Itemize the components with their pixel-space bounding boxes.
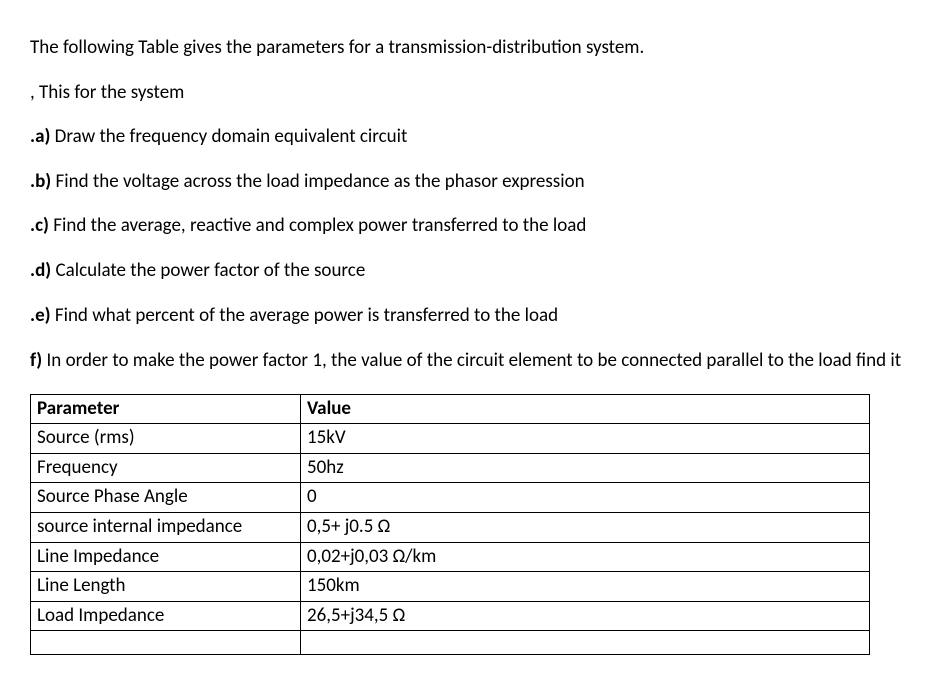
question-a-label: .a) — [30, 125, 50, 148]
question-b: .b) Find the voltage across the load imp… — [30, 169, 906, 196]
question-e-label: .e) — [30, 304, 51, 327]
table-cell-value: 0,5+ j0.5 Ω — [301, 513, 870, 543]
question-d-label: .d) — [30, 259, 51, 282]
table-cell-empty — [31, 631, 301, 655]
question-e: .e) Find what percent of the average pow… — [30, 303, 906, 330]
question-f-text: In order to make the power factor 1, the… — [42, 349, 901, 372]
table-cell-param: Line Length — [31, 572, 301, 602]
question-f: f) In order to make the power factor 1, … — [30, 347, 906, 376]
question-d-text: Calculate the power factor of the source — [51, 259, 365, 282]
intro-text: The following Table gives the parameters… — [30, 35, 906, 62]
table-header-value: Value — [301, 394, 870, 424]
question-a-text: Draw the frequency domain equivalent cir… — [50, 125, 407, 148]
question-a: .a) Draw the frequency domain equivalent… — [30, 124, 906, 151]
table-row: Frequency 50hz — [31, 453, 870, 483]
question-b-text: Find the voltage across the load impedan… — [51, 170, 584, 193]
table-header-row: Parameter Value — [31, 394, 870, 424]
table-cell-value: 0,02+j0,03 Ω/km — [301, 542, 870, 572]
table-row: Source (rms) 15kV — [31, 424, 870, 454]
table-cell-value: 0 — [301, 483, 870, 513]
table-cell-value: 150km — [301, 572, 870, 602]
table-row: Line Impedance 0,02+j0,03 Ω/km — [31, 542, 870, 572]
question-d: .d) Calculate the power factor of the so… — [30, 258, 906, 285]
table-cell-value: 50hz — [301, 453, 870, 483]
table-row: source internal impedance 0,5+ j0.5 Ω — [31, 513, 870, 543]
question-c: .c) Find the average, reactive and compl… — [30, 213, 906, 240]
question-c-text: Find the average, reactive and complex p… — [49, 214, 586, 237]
table-cell-empty — [301, 631, 870, 655]
table-cell-param: Source Phase Angle — [31, 483, 301, 513]
question-f-label: f) — [30, 349, 42, 372]
table-cell-param: Frequency — [31, 453, 301, 483]
table-row: Load Impedance 26,5+j34,5 Ω — [31, 601, 870, 631]
table-cell-param: Load Impedance — [31, 601, 301, 631]
question-e-text: Find what percent of the average power i… — [51, 304, 559, 327]
parameters-table: Parameter Value Source (rms) 15kV Freque… — [30, 394, 870, 656]
table-header-param: Parameter — [31, 394, 301, 424]
table-row: Line Length 150km — [31, 572, 870, 602]
sub-intro-text: , This for the system — [30, 80, 906, 107]
table-cell-param: Source (rms) — [31, 424, 301, 454]
table-cell-param: Line Impedance — [31, 542, 301, 572]
question-c-label: .c) — [30, 214, 49, 237]
question-b-label: .b) — [30, 170, 51, 193]
table-cell-param: source internal impedance — [31, 513, 301, 543]
table-row-empty — [31, 631, 870, 655]
table-cell-value: 15kV — [301, 424, 870, 454]
table-row: Source Phase Angle 0 — [31, 483, 870, 513]
table-cell-value: 26,5+j34,5 Ω — [301, 601, 870, 631]
